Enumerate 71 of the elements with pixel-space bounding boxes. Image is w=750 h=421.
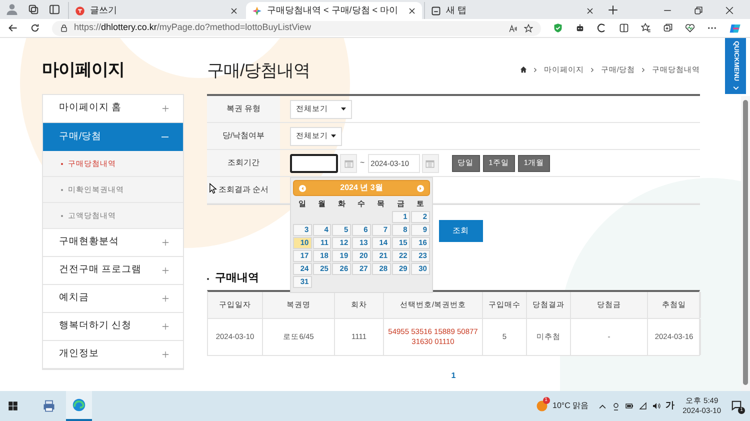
collections-icon[interactable] bbox=[663, 23, 673, 33]
sidebar-title: 마이페이지 bbox=[42, 59, 126, 81]
split-screen-icon[interactable] bbox=[619, 23, 629, 33]
input-method-indicator[interactable]: 가 bbox=[666, 399, 675, 413]
battery-icon[interactable] bbox=[624, 402, 634, 410]
shield-icon[interactable] bbox=[553, 23, 563, 33]
weather-sun-icon bbox=[536, 400, 548, 412]
section-title: 구매내역 bbox=[215, 271, 259, 286]
page-link[interactable]: 1 bbox=[448, 370, 459, 382]
dropdown-caret-icon bbox=[341, 107, 346, 111]
browser-app-icon bbox=[72, 398, 86, 412]
favorite-star-icon[interactable] bbox=[524, 24, 533, 32]
expand-icon bbox=[162, 323, 169, 330]
filter-label: 당/낙첨여부 bbox=[207, 123, 280, 149]
tab-favicon-icon bbox=[431, 6, 441, 16]
expand-icon bbox=[162, 239, 169, 246]
search-button[interactable]: 조회 bbox=[438, 220, 482, 242]
notification-icon[interactable] bbox=[731, 400, 742, 411]
back-icon[interactable] bbox=[8, 23, 18, 33]
tab-favicon-icon bbox=[252, 6, 262, 16]
lock-icon bbox=[60, 24, 68, 32]
mouse-cursor-icon bbox=[209, 183, 217, 194]
heart-pulse-icon[interactable] bbox=[685, 23, 695, 33]
chevron-down-icon bbox=[732, 86, 738, 90]
refresh-icon[interactable] bbox=[30, 23, 40, 33]
chevron-up-icon[interactable] bbox=[598, 404, 606, 408]
weather-text[interactable]: 10°C 맑음 bbox=[552, 400, 589, 412]
date-input[interactable] bbox=[290, 154, 338, 172]
filter-label: 조회기간 bbox=[207, 150, 280, 176]
home-icon[interactable] bbox=[520, 66, 527, 74]
circle-extension-icon[interactable] bbox=[597, 23, 607, 33]
expand-icon bbox=[162, 267, 169, 274]
filter-label: 복권 유형 bbox=[207, 96, 280, 122]
network-icon[interactable] bbox=[612, 402, 620, 410]
tab-actions-icon[interactable] bbox=[49, 4, 60, 15]
expand-icon bbox=[162, 105, 169, 112]
chevron-right-icon bbox=[641, 66, 646, 73]
tab-favicon-icon bbox=[75, 6, 85, 16]
close-icon[interactable] bbox=[725, 6, 734, 15]
new-tab-icon[interactable] bbox=[608, 5, 618, 15]
wifi-icon[interactable] bbox=[638, 402, 647, 410]
close-icon[interactable] bbox=[230, 6, 238, 14]
close-icon[interactable] bbox=[586, 6, 594, 14]
range-separator: ~ bbox=[360, 157, 365, 169]
windows-start-icon[interactable] bbox=[8, 401, 18, 411]
volume-icon[interactable] bbox=[652, 402, 661, 410]
calendar-icon bbox=[344, 158, 354, 168]
chevron-right-icon bbox=[590, 66, 595, 73]
restore-icon[interactable] bbox=[694, 6, 703, 15]
expand-icon bbox=[162, 351, 169, 358]
url-text: https://dhlottery.co.kr/myPage.do?method=lottoBuyListView bbox=[74, 21, 312, 34]
copilot-icon[interactable] bbox=[729, 22, 742, 34]
calendar-month-title: 2024 년 3월 bbox=[340, 182, 383, 194]
robot-extension-icon[interactable] bbox=[575, 23, 585, 33]
browser-tab[interactable]: 구매당첨내역 < 구매/당첨 < 마이 bbox=[246, 2, 422, 19]
favorites-icon[interactable] bbox=[641, 23, 651, 33]
page-title: 구매/당첨내역 bbox=[207, 60, 310, 82]
filter-label: 조회결과 순서 bbox=[207, 177, 280, 203]
printer-app-icon[interactable] bbox=[42, 399, 56, 413]
dropdown-caret-icon bbox=[331, 134, 336, 138]
scrollbar-thumb[interactable] bbox=[743, 100, 748, 385]
chevron-right-icon bbox=[532, 66, 538, 73]
calendar-icon bbox=[425, 158, 436, 168]
profile-icon[interactable] bbox=[6, 3, 18, 15]
taskbar-app-button[interactable] bbox=[66, 391, 92, 421]
address-bar[interactable]: https://dhlottery.co.kr/myPage.do?method=lottoBuyListView bbox=[52, 20, 541, 36]
expand-icon bbox=[162, 295, 169, 302]
read-aloud-icon[interactable] bbox=[509, 24, 518, 32]
close-icon[interactable] bbox=[408, 6, 416, 14]
workspaces-icon[interactable] bbox=[28, 4, 39, 15]
sidebar-menu-item[interactable]: 구매/당첨 bbox=[43, 123, 183, 151]
